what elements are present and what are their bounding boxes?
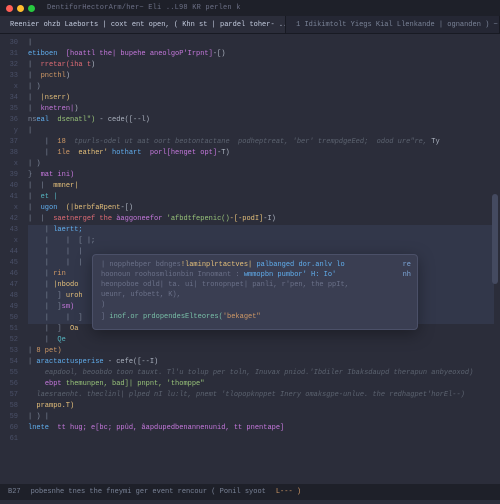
status-tail: L--- ) (276, 488, 301, 496)
line-number: 54 (0, 357, 18, 368)
code-line[interactable]: | ) | (28, 412, 494, 423)
code-line[interactable]: | | saetnergef the àaggoneefor 'afbdtfep… (28, 214, 494, 225)
code-line[interactable]: etiboen [hoattl the| bupehe aneolgoP'Irp… (28, 49, 494, 60)
line-number: x (0, 203, 18, 214)
code-line[interactable]: nseal dsenatl") - cede([--l) (28, 115, 494, 126)
line-number: 30 (0, 38, 18, 49)
code-line[interactable]: ebpt themunpen, bad]| pnpnt, 'thomppe" (28, 379, 494, 390)
line-number: 48 (0, 291, 18, 302)
line-number: 52 (0, 335, 18, 346)
code-line[interactable]: | pncthl) (28, 71, 494, 82)
line-number: 57 (0, 390, 18, 401)
line-number: x (0, 236, 18, 247)
line-number: 47 (0, 280, 18, 291)
window-titlebar: DentiforHectorArm/her~ Eli ..L98 KR perl… (0, 0, 500, 16)
line-number: 36 (0, 115, 18, 126)
code-line[interactable]: | 1le eather' hothart porl[henget opt]-T… (28, 148, 494, 159)
editor-tab-1[interactable]: 1 Idikimtolt Yiegs Kial Llenkande | ogna… (286, 16, 500, 33)
popup-line2b: wmmopbn pumbor' H: Io' (240, 271, 337, 279)
code-line[interactable]: | | mmner| (28, 181, 494, 192)
popup-sig-prefix: | nopphebper bdnges (101, 261, 181, 269)
code-line[interactable]: | ) (28, 82, 494, 93)
line-number: x (0, 159, 18, 170)
code-line[interactable]: eapdool, beoobdo toon tauxt. Tl'u tolup … (28, 368, 494, 379)
popup-line3a: heonpoboe odld| ta. ui| tronopnpet| panl… (101, 280, 409, 290)
code-line[interactable]: | 8 pet) (28, 346, 494, 357)
editor-tab-0[interactable]: Reenier ohzb Laeborts | coxt ent open, (… (0, 16, 286, 33)
line-number: 46 (0, 269, 18, 280)
line-number: 58 (0, 401, 18, 412)
line-number: 35 (0, 104, 18, 115)
popup-line3b: ueunr, ufobett, K), (101, 290, 409, 300)
close-window-button[interactable] (6, 5, 13, 12)
code-line[interactable]: | aractactusperise - cefe([--I) (28, 357, 494, 368)
line-number: 43 (0, 225, 18, 236)
line-number: 56 (0, 379, 18, 390)
popup-footer-arg: 'bekaget" (223, 313, 261, 321)
line-number: x (0, 82, 18, 93)
tab-label: 1 Idikimtolt Yiegs Kial Llenkande | ogna… (296, 21, 500, 29)
status-line-col[interactable]: B27 (8, 488, 21, 496)
status-bar: B27 pobesnhe tnes the fneymi ger event r… (0, 484, 500, 500)
code-line[interactable]: | knetren|) (28, 104, 494, 115)
code-line[interactable]: prampo.T) (28, 401, 494, 412)
popup-brace: ) (101, 300, 409, 310)
code-line[interactable]: lnete tt hug; e[bc; ppûd, âapdupedbenann… (28, 423, 494, 434)
code-line[interactable]: | |nserr) (28, 93, 494, 104)
line-number: 61 (0, 434, 18, 445)
tab-bar: Reenier ohzb Laeborts | coxt ent open, (… (0, 16, 500, 34)
line-number: 50 (0, 313, 18, 324)
scrollbar-thumb[interactable] (492, 194, 498, 284)
line-number: 60 (0, 423, 18, 434)
line-number: 45 (0, 258, 18, 269)
line-number: 33 (0, 71, 18, 82)
maximize-window-button[interactable] (28, 5, 35, 12)
popup-footer: inof.or prdopendesElteores( (109, 313, 222, 321)
minimize-window-button[interactable] (17, 5, 24, 12)
line-number: 38 (0, 148, 18, 159)
line-number: 40 (0, 181, 18, 192)
popup-sig-name: !laminplrtactves| (181, 261, 252, 269)
line-number: 31 (0, 49, 18, 60)
vertical-scrollbar[interactable] (492, 74, 498, 504)
line-number: 44 (0, 247, 18, 258)
code-line[interactable]: | 18 tpurls-odel ut aat oort beotontacta… (28, 137, 494, 148)
popup-sig-suffix: palbanged dor.anlv lo (252, 261, 344, 269)
line-number: 53 (0, 346, 18, 357)
code-line[interactable]: | laertt; (28, 225, 494, 236)
editor-area: 30313233x343536y3738x394041x4243x4445464… (0, 34, 500, 484)
tab-label: Reenier ohzb Laeborts | coxt ent open, (… (10, 21, 286, 29)
line-number: 37 (0, 137, 18, 148)
code-line[interactable]: laesraenht. theclinl| plped nI lu:lt, pn… (28, 390, 494, 401)
code-line[interactable]: | rretar(iha t) (28, 60, 494, 71)
code-line[interactable]: | (28, 38, 494, 49)
line-number: 49 (0, 302, 18, 313)
code-line[interactable]: | Qe (28, 335, 494, 346)
popup-corner2: nh (403, 270, 411, 280)
code-line[interactable]: | | [ |; (28, 236, 494, 247)
status-message: pobesnhe tnes the fneymi ger event renco… (31, 488, 266, 496)
code-line[interactable]: } mat ini) (28, 170, 494, 181)
window-title: DentiforHectorArm/her~ Eli ..L98 KR perl… (47, 4, 241, 12)
signature-help-popup: | nopphebper bdnges!laminplrtactves| pal… (92, 254, 418, 330)
line-number: 59 (0, 412, 18, 423)
line-number: 55 (0, 368, 18, 379)
code-line[interactable]: | ugon (|berbfaRpent-[) (28, 203, 494, 214)
line-number: 32 (0, 60, 18, 71)
line-number: 39 (0, 170, 18, 181)
code-line[interactable]: | ) (28, 159, 494, 170)
line-number-gutter: 30313233x343536y3738x394041x4243x4445464… (0, 34, 22, 484)
popup-corner: re (403, 260, 411, 270)
line-number: 42 (0, 214, 18, 225)
code-line[interactable]: | (28, 126, 494, 137)
code-line[interactable]: | et | (28, 192, 494, 203)
popup-line2: hoonoun roohosmlionbin Innomant : (101, 271, 240, 279)
line-number: 41 (0, 192, 18, 203)
line-number: 51 (0, 324, 18, 335)
line-number: 34 (0, 93, 18, 104)
line-number: y (0, 126, 18, 137)
